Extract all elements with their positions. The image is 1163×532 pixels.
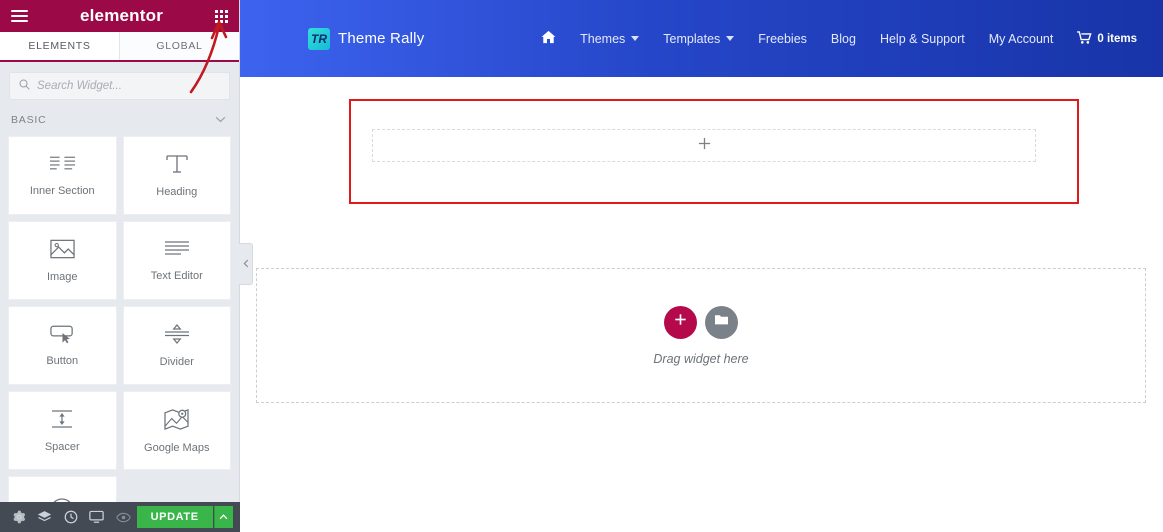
image-icon <box>50 238 75 260</box>
elementor-panel: elementor ELEMENTS GLOBAL BASIC <box>0 0 240 532</box>
site-nav-menu: Themes Templates Freebies Blog Help & Su… <box>541 30 1137 47</box>
highlighted-section[interactable] <box>349 99 1079 204</box>
logo-badge: TR <box>308 27 330 50</box>
panel-footer-toolbar: UPDATE <box>0 502 240 532</box>
nav-item-home[interactable] <box>541 30 556 47</box>
widget-label: Google Maps <box>144 441 210 454</box>
chevron-down-icon[interactable] <box>215 114 226 126</box>
cart-icon <box>1077 30 1092 47</box>
widget-text-editor[interactable]: Text Editor <box>122 221 231 300</box>
widget-label: Button <box>46 355 79 367</box>
cart-label: 0 items <box>1097 32 1137 45</box>
panel-header: elementor <box>0 0 239 32</box>
widget-spacer[interactable]: Spacer <box>8 391 117 470</box>
heading-icon <box>165 153 189 175</box>
add-new-section-button[interactable] <box>664 305 697 339</box>
text-editor-icon <box>164 239 190 259</box>
settings-gear-icon[interactable] <box>6 502 31 532</box>
responsive-monitor-icon[interactable] <box>84 502 109 532</box>
nav-item-help-support[interactable]: Help & Support <box>880 32 965 46</box>
chevron-down-icon <box>726 36 735 41</box>
search-icon <box>19 77 30 95</box>
nav-item-themes[interactable]: Themes <box>580 31 640 46</box>
panel-collapse-handle[interactable] <box>239 243 253 285</box>
elementor-logo-title: elementor <box>79 6 164 25</box>
widget-label: Heading <box>156 186 198 198</box>
spacer-icon <box>50 408 74 430</box>
widget-inner-section[interactable]: Inner Section <box>8 136 117 215</box>
divider-icon <box>164 323 190 345</box>
widget-heading[interactable]: Heading <box>122 136 231 215</box>
apps-grid-icon[interactable] <box>215 9 228 23</box>
update-options-caret-icon[interactable] <box>213 506 233 528</box>
search-box[interactable] <box>9 72 230 100</box>
widget-label: Image <box>46 271 78 283</box>
site-logo[interactable]: TR Theme Rally <box>308 27 425 50</box>
cart-button[interactable]: 0 items <box>1077 30 1137 47</box>
history-clock-icon[interactable] <box>58 502 83 532</box>
widget-label: Text Editor <box>150 270 203 282</box>
dropzone-label: Drag widget here <box>653 351 749 366</box>
widget-image[interactable]: Image <box>8 221 117 300</box>
tab-elements[interactable]: ELEMENTS <box>0 32 119 60</box>
nav-item-freebies[interactable]: Freebies <box>758 32 807 46</box>
hamburger-icon[interactable] <box>11 10 28 22</box>
widget-google-maps[interactable]: Google Maps <box>122 391 231 470</box>
plus-icon[interactable] <box>698 137 711 155</box>
search-widget-area <box>0 62 239 108</box>
widget-category-basic[interactable]: BASIC <box>0 108 239 136</box>
home-icon <box>541 30 556 47</box>
nav-label: Themes <box>580 31 626 46</box>
panel-tabs: ELEMENTS GLOBAL <box>0 32 239 62</box>
preview-eye-icon[interactable] <box>111 502 136 532</box>
widget-label: Divider <box>159 356 194 368</box>
google-maps-icon <box>164 408 189 431</box>
widget-grid: Inner Section Heading Image Text Editor … <box>0 136 239 532</box>
inner-section-icon <box>49 154 76 174</box>
site-header-nav: TR Theme Rally Themes Templates Freebies… <box>240 0 1163 77</box>
chevron-down-icon <box>631 36 640 41</box>
preview-canvas: TR Theme Rally Themes Templates Freebies… <box>240 0 1163 532</box>
navigator-layers-icon[interactable] <box>32 502 57 532</box>
category-label: BASIC <box>11 114 47 126</box>
add-column-dropzone[interactable] <box>372 129 1036 162</box>
widget-button[interactable]: Button <box>8 306 117 385</box>
nav-label: Templates <box>663 31 721 46</box>
widget-label: Spacer <box>44 441 80 453</box>
tab-global[interactable]: GLOBAL <box>119 32 239 60</box>
plus-icon <box>674 313 687 331</box>
nav-item-blog[interactable]: Blog <box>831 32 856 46</box>
search-input[interactable] <box>37 80 220 92</box>
logo-text: Theme Rally <box>338 30 425 47</box>
nav-item-my-account[interactable]: My Account <box>989 32 1054 46</box>
button-icon <box>49 324 76 344</box>
widget-divider[interactable]: Divider <box>122 306 231 385</box>
folder-icon <box>714 313 729 331</box>
nav-item-templates[interactable]: Templates <box>663 31 735 46</box>
dropzone-actions <box>664 305 738 339</box>
elementor-editor-window: elementor ELEMENTS GLOBAL BASIC <box>0 0 1163 532</box>
widget-label: Inner Section <box>29 185 95 197</box>
update-button[interactable]: UPDATE <box>136 506 213 528</box>
chevron-left-icon <box>243 255 249 273</box>
drag-widget-dropzone[interactable]: Drag widget here <box>256 268 1146 403</box>
add-template-button[interactable] <box>705 305 738 339</box>
